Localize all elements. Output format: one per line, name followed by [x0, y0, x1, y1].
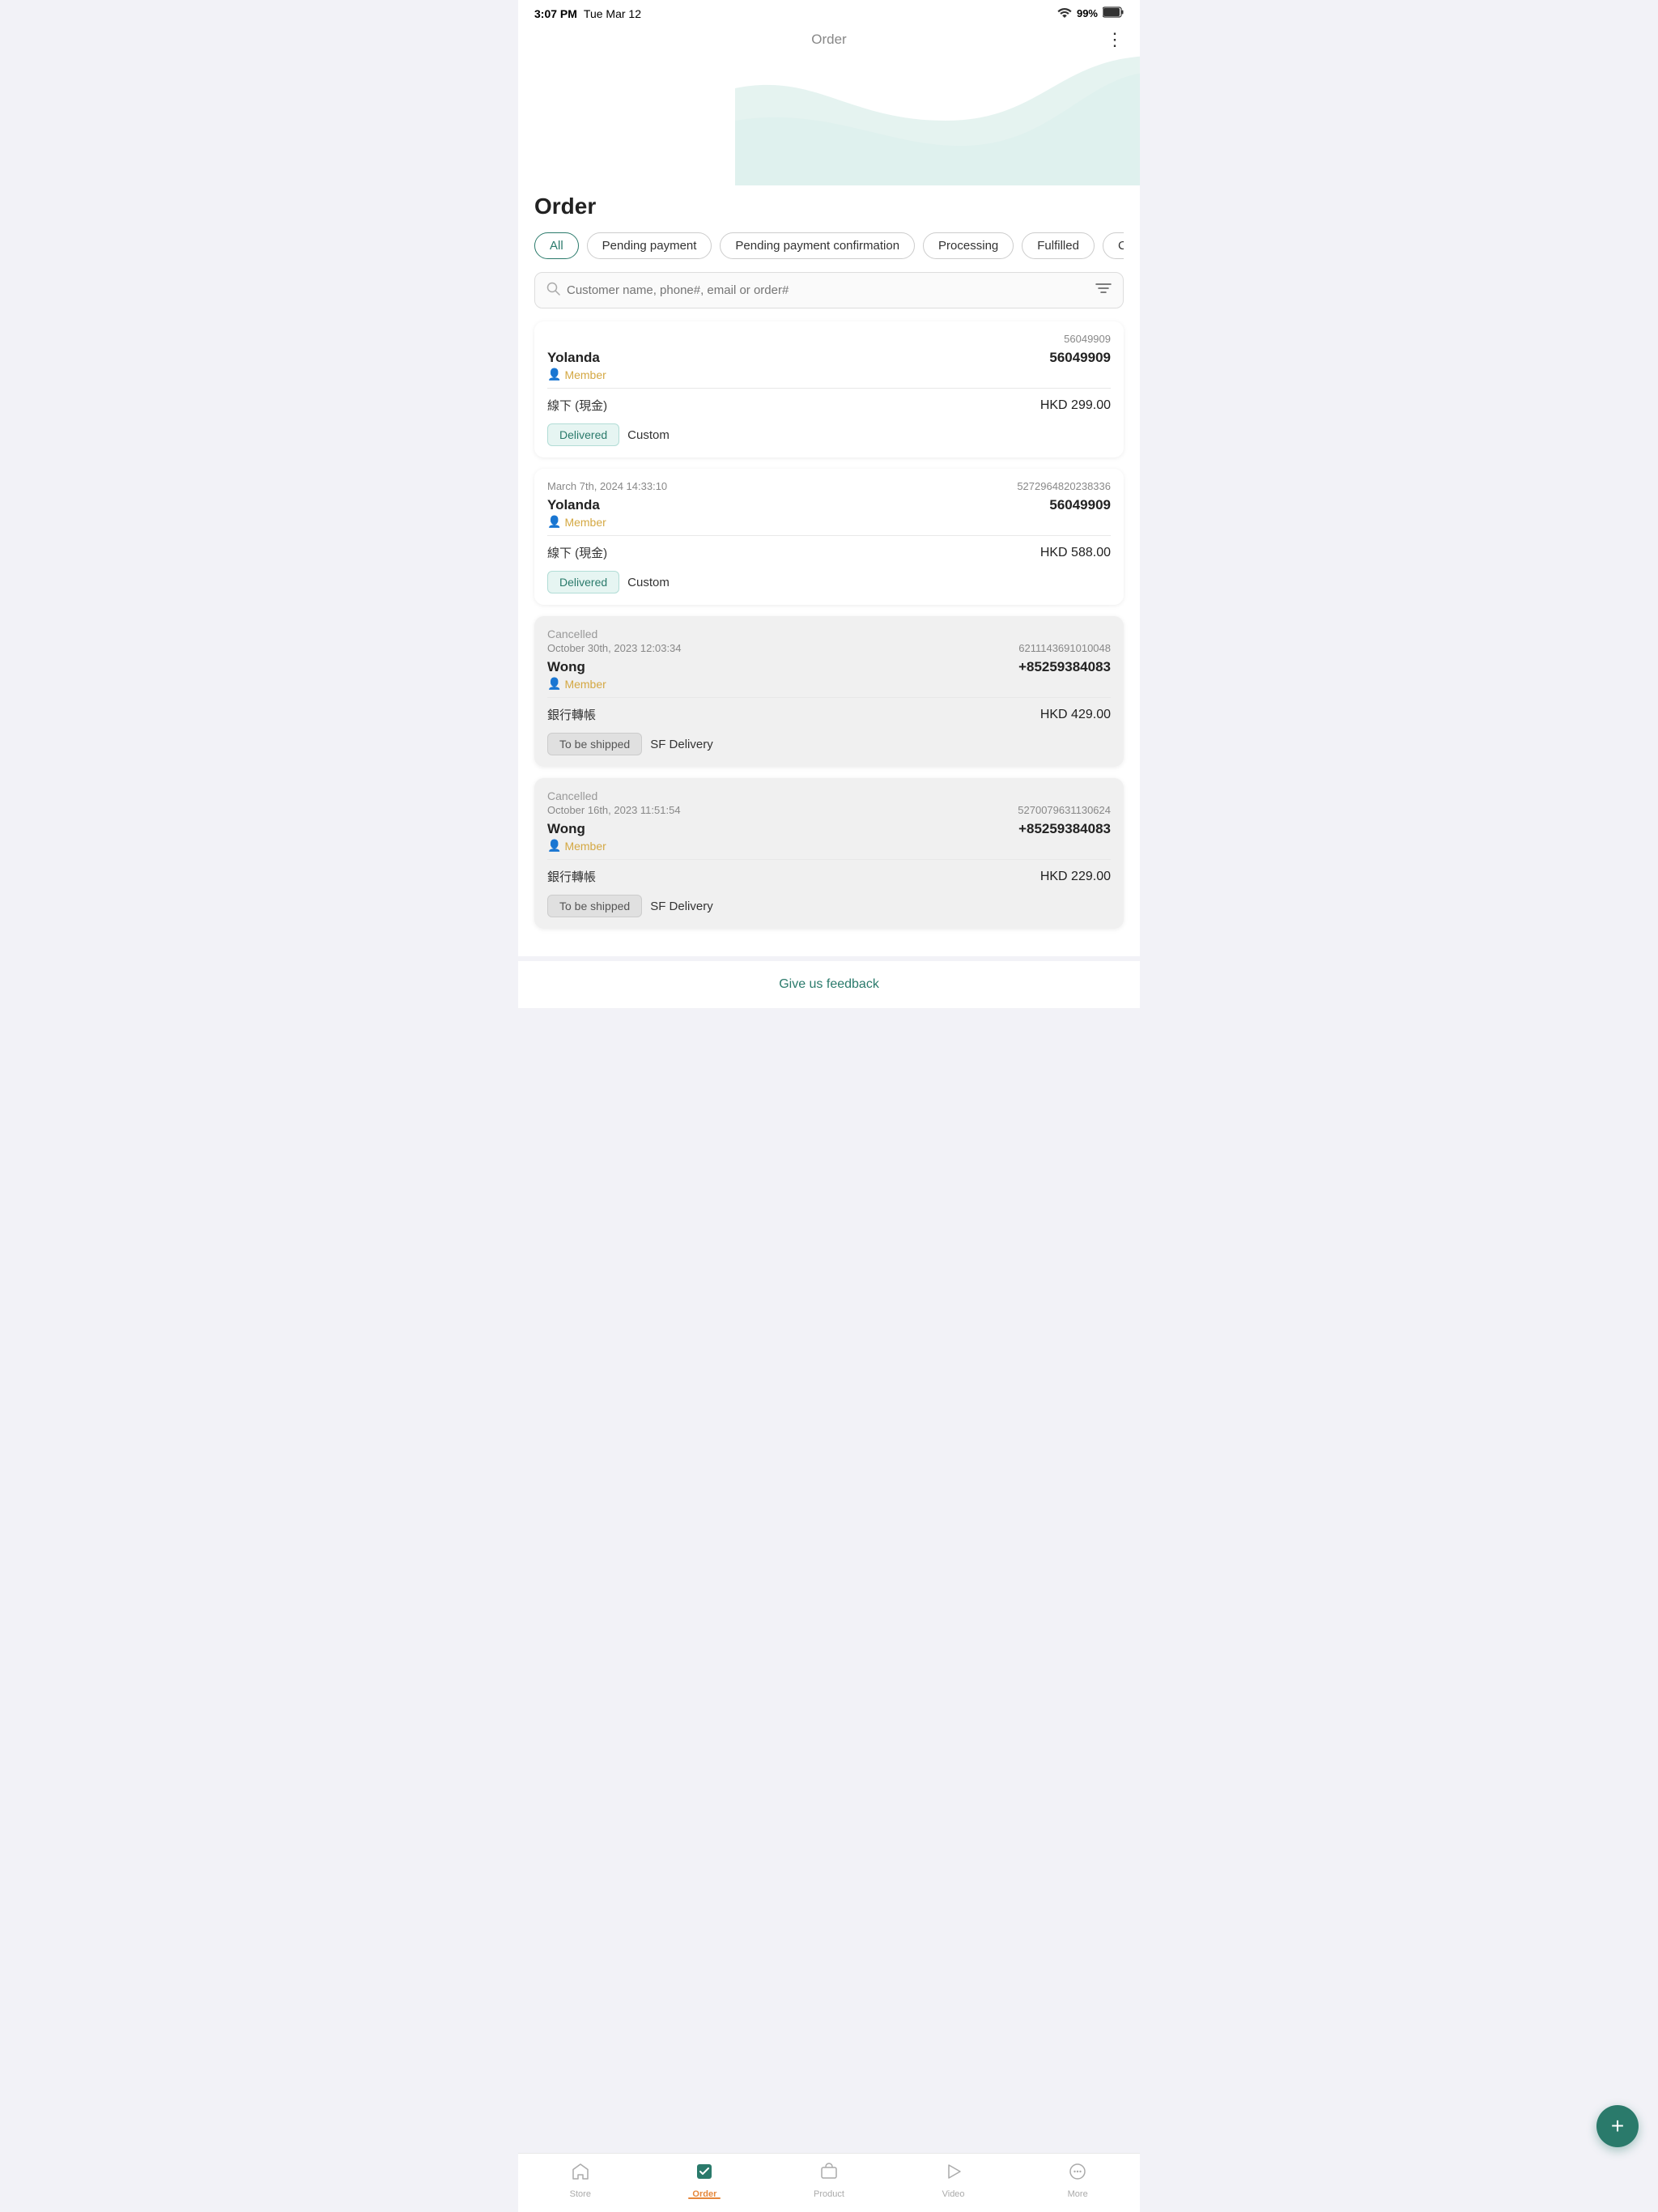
- store-icon: [571, 2162, 590, 2186]
- feedback-label: Give us feedback: [779, 977, 879, 991]
- tag-to-ship: To be shipped: [547, 895, 642, 917]
- tag-delivered: Delivered: [547, 571, 619, 593]
- filter-tab-processing[interactable]: Processing: [923, 232, 1014, 259]
- order-date: March 7th, 2024 14:33:10: [547, 480, 667, 492]
- order-card[interactable]: 56049909 Yolanda 56049909 👤 Member 線下 (現…: [534, 321, 1124, 457]
- order-tags: Delivered Custom: [547, 571, 1111, 593]
- order-tags: Delivered Custom: [547, 423, 1111, 446]
- filter-icon[interactable]: [1095, 281, 1112, 300]
- status-bar: 3:07 PM Tue Mar 12 99%: [518, 0, 1140, 23]
- order-divider: [547, 535, 1111, 536]
- order-amount: HKD 299.00: [1040, 398, 1111, 413]
- order-payment-method: 線下 (現金): [547, 544, 607, 561]
- order-phone: 56049909: [1049, 350, 1111, 366]
- nav-item-product[interactable]: Product: [767, 2162, 891, 2199]
- member-label: Member: [564, 840, 606, 853]
- cancelled-label: Cancelled: [547, 789, 1111, 802]
- battery-level: 99%: [1077, 7, 1098, 19]
- wifi-icon: [1057, 6, 1072, 20]
- tag-delivered: Delivered: [547, 423, 619, 446]
- page-content: Order All Pending payment Pending paymen…: [518, 185, 1140, 956]
- tag-custom: Custom: [627, 576, 670, 589]
- tag-to-ship: To be shipped: [547, 733, 642, 755]
- order-payment-method: 線下 (現金): [547, 397, 607, 414]
- member-label: Member: [564, 368, 606, 381]
- status-time: 3:07 PM: [534, 7, 577, 20]
- filter-tab-cancelled[interactable]: Cancelled: [1103, 232, 1124, 259]
- filter-tabs: All Pending payment Pending payment conf…: [534, 232, 1124, 272]
- order-tags: To be shipped SF Delivery: [547, 733, 1111, 755]
- add-icon: +: [1611, 2113, 1624, 2139]
- nav-label-product: Product: [814, 2189, 844, 2199]
- order-card-cancelled[interactable]: Cancelled October 30th, 2023 12:03:34 62…: [534, 616, 1124, 767]
- member-icon: 👤: [547, 839, 561, 853]
- product-icon: [819, 2162, 839, 2186]
- nav-label-video: Video: [942, 2189, 965, 2199]
- page-title: Order: [534, 185, 1124, 232]
- order-number: 5272964820238336: [1017, 480, 1111, 492]
- search-input[interactable]: [567, 283, 1089, 297]
- order-divider: [547, 388, 1111, 389]
- tag-sf-delivery: SF Delivery: [650, 738, 713, 751]
- orders-list: 56049909 Yolanda 56049909 👤 Member 線下 (現…: [534, 321, 1124, 940]
- member-icon: 👤: [547, 677, 561, 691]
- order-customer-name: Yolanda: [547, 350, 600, 366]
- add-fab[interactable]: +: [1596, 2105, 1639, 2147]
- order-payment-method: 銀行轉帳: [547, 868, 596, 885]
- filter-tab-pending[interactable]: Pending payment: [587, 232, 712, 259]
- member-icon: 👤: [547, 368, 561, 381]
- filter-tab-all[interactable]: All: [534, 232, 579, 259]
- order-number: 6211143691010048: [1018, 642, 1111, 654]
- header: Order ⋮: [518, 23, 1140, 56]
- order-tags: To be shipped SF Delivery: [547, 895, 1111, 917]
- order-phone: 56049909: [1049, 497, 1111, 513]
- cancelled-label: Cancelled: [547, 627, 1111, 640]
- order-payment-method: 銀行轉帳: [547, 706, 596, 723]
- order-phone: +85259384083: [1018, 821, 1111, 837]
- nav-item-store[interactable]: Store: [518, 2162, 643, 2199]
- order-amount: HKD 588.00: [1040, 546, 1111, 560]
- bottom-nav: Store Order Product Video: [518, 2153, 1140, 2212]
- tag-custom: Custom: [627, 428, 670, 442]
- filter-tab-fulfilled[interactable]: Fulfilled: [1022, 232, 1095, 259]
- order-icon: [695, 2162, 714, 2186]
- nav-label-store: Store: [570, 2189, 591, 2199]
- order-amount: HKD 429.00: [1040, 708, 1111, 722]
- more-icon: [1068, 2162, 1087, 2186]
- order-customer-name: Wong: [547, 659, 585, 675]
- search-bar[interactable]: [534, 272, 1124, 308]
- nav-item-video[interactable]: Video: [891, 2162, 1016, 2199]
- header-title: Order: [811, 32, 846, 48]
- member-icon: 👤: [547, 515, 561, 529]
- order-date: October 16th, 2023 11:51:54: [547, 804, 681, 816]
- nav-item-more[interactable]: More: [1015, 2162, 1140, 2199]
- video-icon: [944, 2162, 963, 2186]
- order-customer-name: Wong: [547, 821, 585, 837]
- battery-icon: [1103, 6, 1124, 20]
- hero-section: [518, 56, 1140, 185]
- search-icon: [546, 282, 560, 300]
- member-label: Member: [564, 678, 606, 691]
- order-phone: +85259384083: [1018, 659, 1111, 675]
- order-divider: [547, 697, 1111, 698]
- order-divider: [547, 859, 1111, 860]
- order-customer-name: Yolanda: [547, 497, 600, 513]
- nav-label-more: More: [1068, 2189, 1088, 2199]
- status-date: Tue Mar 12: [584, 7, 641, 20]
- menu-button[interactable]: ⋮: [1106, 29, 1124, 50]
- order-number: 5270079631130624: [1018, 804, 1111, 816]
- order-number: 56049909: [1064, 333, 1111, 345]
- tag-sf-delivery: SF Delivery: [650, 900, 713, 913]
- order-card-cancelled[interactable]: Cancelled October 16th, 2023 11:51:54 52…: [534, 778, 1124, 929]
- nav-item-order[interactable]: Order: [643, 2162, 767, 2199]
- order-card[interactable]: March 7th, 2024 14:33:10 527296482023833…: [534, 469, 1124, 605]
- filter-tab-pending-confirm[interactable]: Pending payment confirmation: [720, 232, 915, 259]
- member-label: Member: [564, 516, 606, 529]
- order-date: October 30th, 2023 12:03:34: [547, 642, 682, 654]
- order-amount: HKD 229.00: [1040, 870, 1111, 884]
- feedback-bar[interactable]: Give us feedback: [518, 961, 1140, 1008]
